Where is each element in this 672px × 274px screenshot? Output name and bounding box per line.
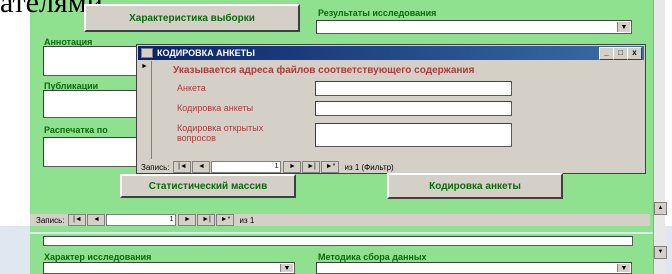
record-count-text: из 1 <box>239 215 255 225</box>
field-label-open-questions-coding: Кодировка открытых вопросов <box>177 123 264 143</box>
scroll-down-icon[interactable]: ▼ <box>654 246 667 259</box>
printout-label: Распечатка по <box>44 125 108 135</box>
coding-dialog: КОДИРОВКА АНКЕТЫ _ □ x ► Указывается адр… <box>136 44 646 174</box>
nav-label: Запись: <box>36 215 65 225</box>
record-selector[interactable]: ► <box>139 61 152 159</box>
form-record-navigator: Запись: |◄ ◄ 1 ► ►| ►* из 1 <box>30 214 650 226</box>
chevron-down-icon[interactable]: ▼ <box>280 264 293 272</box>
vertical-scrollbar[interactable]: ▲ ▼ <box>653 0 667 274</box>
results-combo[interactable]: ▼ <box>316 20 632 34</box>
dialog-record-navigator: Запись: |◄ ◄ 1 ► ►| ►* из 1 (Фильтр) <box>141 161 641 173</box>
method-label: Методика сбора данных <box>318 252 427 262</box>
research-type-combo[interactable]: ▼ <box>43 262 295 274</box>
last-record-button[interactable]: ►| <box>197 214 216 226</box>
questionnaire-coding-button[interactable]: Кодировка анкеты <box>387 173 563 199</box>
last-record-button[interactable]: ►| <box>302 161 321 173</box>
dialog-titlebar[interactable]: КОДИРОВКА АНКЕТЫ _ □ x <box>138 46 644 60</box>
next-record-button[interactable]: ► <box>283 161 302 173</box>
publications-field[interactable] <box>43 90 143 118</box>
sample-characteristics-button[interactable]: Характеристика выборки <box>84 4 300 32</box>
chevron-down-icon[interactable]: ▼ <box>617 22 630 32</box>
research-type-label: Характер исследования <box>44 252 152 262</box>
open-questions-coding-path-input[interactable] <box>315 123 512 147</box>
dialog-instruction: Указывается адреса файлов соответствующе… <box>173 65 475 76</box>
close-button[interactable]: x <box>627 47 642 60</box>
method-combo[interactable]: ▼ <box>316 262 632 274</box>
next-record-button[interactable]: ► <box>178 214 197 226</box>
nav-label: Запись: <box>141 162 170 172</box>
statistical-array-button[interactable]: Статистический массив <box>120 174 296 198</box>
dialog-title: КОДИРОВКА АНКЕТЫ <box>157 48 255 58</box>
results-label: Результаты исследования <box>318 8 437 18</box>
minimize-button[interactable]: _ <box>599 47 614 60</box>
first-record-button[interactable]: |◄ <box>173 161 192 173</box>
annotation-field[interactable] <box>43 46 143 76</box>
prev-record-button[interactable]: ◄ <box>192 161 211 173</box>
subform-top-field[interactable] <box>43 236 633 246</box>
printout-field[interactable] <box>43 137 143 167</box>
new-record-button[interactable]: ►* <box>216 214 235 226</box>
prev-record-button[interactable]: ◄ <box>87 214 106 226</box>
first-record-button[interactable]: |◄ <box>68 214 87 226</box>
form-icon <box>141 48 153 58</box>
dialog-body: Указывается адреса файлов соответствующе… <box>153 61 643 159</box>
questionnaire-coding-path-input[interactable] <box>315 101 512 116</box>
record-number-input[interactable]: 1 <box>211 161 282 173</box>
scroll-up-icon[interactable]: ▲ <box>654 202 667 215</box>
chevron-down-icon[interactable]: ▼ <box>617 264 630 272</box>
record-arrow-icon: ► <box>141 63 148 70</box>
questionnaire-path-input[interactable] <box>315 81 512 96</box>
new-record-button[interactable]: ►* <box>321 161 340 173</box>
maximize-button[interactable]: □ <box>613 47 628 60</box>
record-number-input[interactable]: 1 <box>106 214 177 226</box>
field-label-questionnaire: Анкета <box>177 83 206 93</box>
record-count-text: из 1 (Фильтр) <box>344 162 394 172</box>
field-label-questionnaire-coding: Кодировка анкеты <box>177 103 254 113</box>
